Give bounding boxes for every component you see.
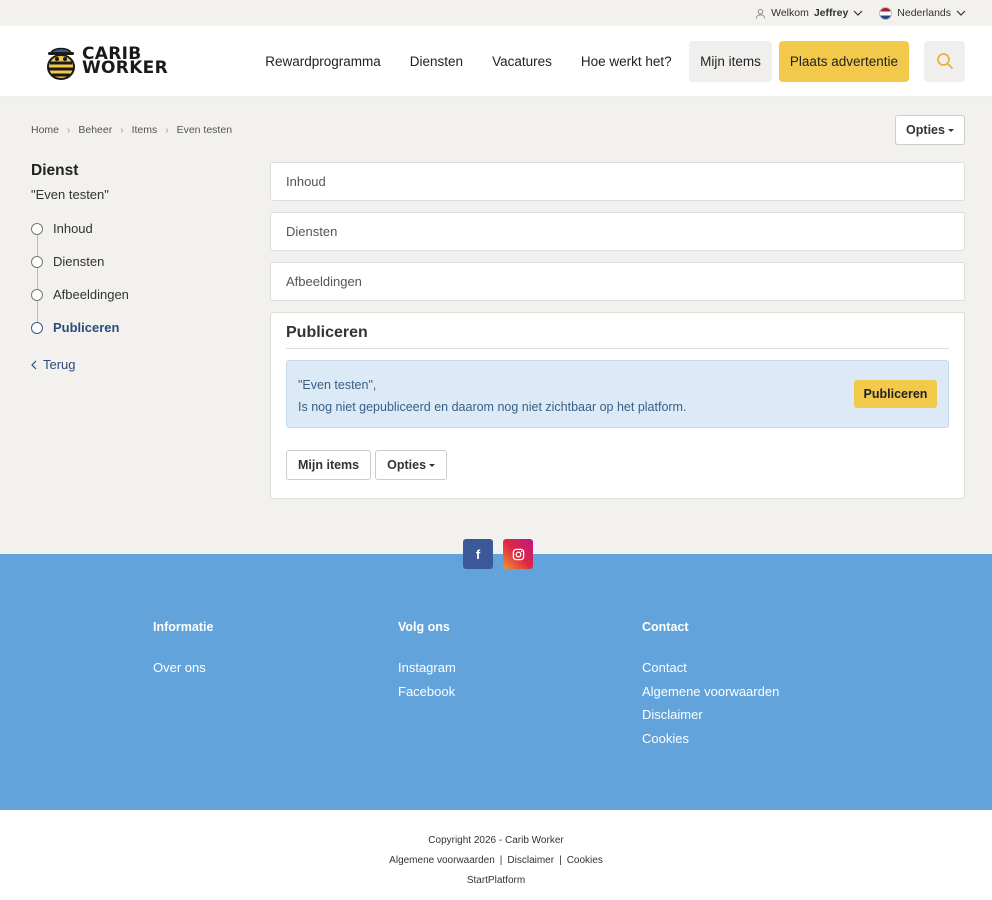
options-dropdown-button[interactable]: Opties (895, 115, 965, 145)
options-panel-button[interactable]: Opties (375, 450, 448, 480)
search-button[interactable] (924, 40, 965, 82)
bottom-bar: Copyright 2026 - Carib Worker Algemene v… (0, 810, 992, 900)
footer-link-contact[interactable]: Contact (642, 660, 779, 676)
user-icon (756, 8, 766, 19)
legal-links: Algemene voorwaarden | Disclaimer | Cook… (0, 855, 992, 866)
step-label: Diensten (53, 254, 105, 269)
social-icons: f (463, 539, 533, 569)
step-publiceren[interactable]: Publiceren (31, 320, 251, 353)
step-label: Inhoud (53, 221, 93, 236)
section-afbeeldingen[interactable]: Afbeeldingen (270, 262, 965, 301)
nav-rewardprogramma[interactable]: Rewardprogramma (251, 54, 396, 69)
legal-link-disclaimer[interactable]: Disclaimer (507, 855, 554, 866)
footer-col-contact: Contact Contact Algemene voorwaarden Dis… (642, 620, 779, 754)
search-icon (936, 53, 953, 70)
nav-vacatures[interactable]: Vacatures (478, 54, 567, 69)
publish-panel-title: Publiceren (286, 324, 949, 349)
sidebar: Dienst "Even testen" Inhoud Diensten Afb… (31, 162, 251, 372)
chevron-right-icon: › (165, 124, 169, 136)
publish-info-alert: "Even testen", Is nog niet gepubliceerd … (286, 360, 949, 428)
main-nav: Rewardprogramma Diensten Vacatures Hoe w… (251, 40, 965, 82)
footer-heading: Informatie (153, 620, 214, 634)
facebook-icon[interactable]: f (463, 539, 493, 569)
breadcrumb: Home › Beheer › Items › Even testen (31, 124, 232, 136)
welcome-text: Welkom (771, 7, 809, 19)
site-header: CARIB WORKER Rewardprogramma Diensten Va… (0, 26, 992, 97)
nav-diensten[interactable]: Diensten (395, 54, 477, 69)
step-circle-icon (31, 289, 43, 301)
footer-link-instagram[interactable]: Instagram (398, 660, 456, 676)
footer-col-volg-ons: Volg ons Instagram Facebook (398, 620, 456, 707)
copyright-text: Copyright 2026 - Carib Worker (428, 835, 564, 846)
caret-down-icon (429, 463, 436, 467)
step-circle-icon (31, 223, 43, 235)
netherlands-flag-icon (879, 6, 893, 20)
step-afbeeldingen[interactable]: Afbeeldingen (31, 287, 251, 320)
legal-link-cookies[interactable]: Cookies (567, 855, 603, 866)
form-sections: Inhoud Diensten Afbeeldingen Publiceren … (270, 162, 965, 499)
language-label: Nederlands (897, 7, 951, 19)
footer-col-informatie: Informatie Over ons (153, 620, 213, 684)
step-circle-icon (31, 322, 43, 334)
footer-heading: Contact (642, 620, 689, 634)
caret-down-icon (947, 128, 954, 132)
back-label: Terug (43, 357, 76, 372)
publish-button[interactable]: Publiceren (854, 380, 937, 408)
logo-line-2: WORKER (82, 58, 168, 78)
breadcrumb-beheer[interactable]: Beheer (78, 124, 112, 136)
logo[interactable]: CARIB WORKER (43, 41, 168, 81)
chevron-right-icon: › (120, 124, 124, 136)
step-inhoud[interactable]: Inhoud (31, 221, 251, 254)
panel-actions: Mijn items Opties (286, 450, 949, 480)
footer-link-disclaimer[interactable]: Disclaimer (642, 707, 779, 723)
my-items-button[interactable]: Mijn items (689, 40, 772, 82)
separator: | (499, 855, 503, 866)
place-ad-button[interactable]: Plaats advertentie (778, 40, 909, 82)
publish-panel: Publiceren "Even testen", Is nog niet ge… (270, 312, 965, 499)
options-label: Opties (906, 123, 945, 137)
main-content: Home › Beheer › Items › Even testen Opti… (0, 97, 992, 554)
user-name: Jeffrey (813, 7, 849, 19)
footer-link-cookies[interactable]: Cookies (642, 731, 779, 747)
platform-link[interactable]: StartPlatform (0, 875, 992, 886)
breadcrumb-items[interactable]: Items (132, 124, 158, 136)
chevron-right-icon: › (67, 124, 71, 136)
options-panel-label: Opties (387, 458, 427, 472)
breadcrumb-home[interactable]: Home (31, 124, 59, 136)
legal-link-voorwaarden[interactable]: Algemene voorwaarden (389, 855, 495, 866)
user-menu[interactable]: Welkom Jeffrey (755, 7, 863, 19)
step-label: Afbeeldingen (53, 287, 129, 302)
bee-logo-icon (47, 47, 75, 80)
section-inhoud[interactable]: Inhoud (270, 162, 965, 201)
language-menu[interactable]: Nederlands (879, 6, 966, 20)
step-circle-icon (31, 256, 43, 268)
site-footer: Informatie Over ons Volg ons Instagram F… (0, 554, 992, 810)
sidebar-title: Dienst (31, 162, 79, 179)
top-bar: Welkom Jeffrey Nederlands (0, 0, 992, 26)
back-link[interactable]: Terug (31, 357, 251, 372)
publish-info-line-2: Is nog niet gepubliceerd en daarom nog n… (298, 400, 687, 414)
nav-hoe-werkt-het[interactable]: Hoe werkt het? (566, 54, 686, 69)
instagram-icon[interactable] (503, 539, 533, 569)
my-items-panel-button[interactable]: Mijn items (286, 450, 372, 480)
step-label: Publiceren (53, 320, 120, 335)
step-list: Inhoud Diensten Afbeeldingen Publiceren (31, 221, 251, 353)
footer-link-facebook[interactable]: Facebook (398, 684, 456, 700)
publish-info-line-1: "Even testen", (298, 378, 377, 392)
footer-link-voorwaarden[interactable]: Algemene voorwaarden (642, 684, 779, 700)
footer-heading: Volg ons (398, 620, 450, 634)
chevron-left-icon (31, 360, 37, 369)
step-diensten[interactable]: Diensten (31, 254, 251, 287)
section-diensten[interactable]: Diensten (270, 212, 965, 251)
footer-link-over-ons[interactable]: Over ons (153, 660, 213, 676)
sidebar-subtitle: "Even testen" (31, 187, 109, 202)
chevron-down-icon (956, 10, 966, 16)
separator: | (559, 855, 562, 866)
breadcrumb-current: Even testen (176, 124, 233, 136)
chevron-down-icon (853, 10, 863, 16)
